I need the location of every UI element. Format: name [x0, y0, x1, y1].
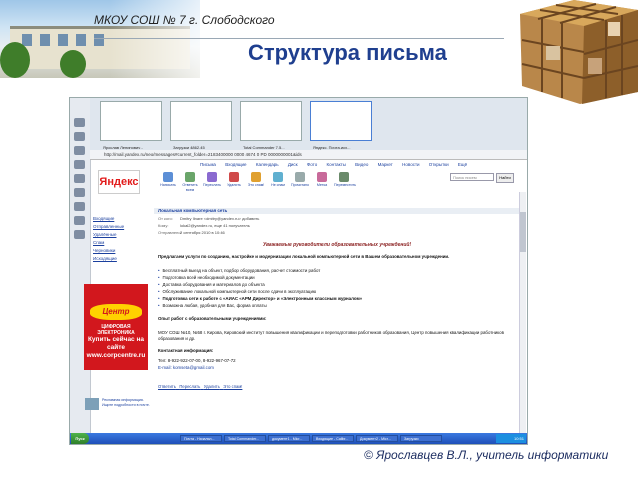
contact-email[interactable]: E-mail: komseta@gmail.com [158, 365, 214, 370]
ad-subtitle: ЦИФРОВАЯ ЭЛЕКТРОНИКА [97, 324, 135, 336]
panel-icon[interactable] [74, 230, 85, 239]
panel-icon[interactable] [74, 132, 85, 141]
taskbar-item[interactable]: Total Commander... [224, 435, 266, 442]
news-snippet[interactable]: Рекламная информация. Ищите подробности … [102, 398, 150, 407]
intro-text: Предлагаем услуги по созданию, настройке… [158, 254, 450, 259]
mail-search-input[interactable]: Поиск писем [450, 173, 494, 181]
experience-text: МОУ СОШ №10, №58 г. Кирова, Кировский ин… [158, 330, 504, 341]
menu-item[interactable]: Входящие [225, 162, 246, 167]
taskbar-item[interactable]: Документ2 - Micr... [356, 435, 398, 442]
photo-cube-decoration [520, 0, 638, 104]
browser-side-panel [70, 98, 91, 444]
bullet-item: • Бесплатный выезд на объект, подбор обор… [158, 268, 321, 273]
not-spam-button[interactable]: Не спам [268, 172, 288, 188]
browser-tab-strip: Ярослав Ленинович - Загрузки 4862.45 Tot… [90, 98, 527, 151]
page-scrollbar[interactable] [519, 192, 526, 437]
tab-thumbnail[interactable]: Ярослав Ленинович - [100, 101, 162, 150]
menu-item[interactable]: Видео [355, 162, 368, 167]
taskbar-item[interactable]: документ1 - Micr... [268, 435, 310, 442]
contact-phone: Тел: 8-922-922-07-00, 8-922-967-07-72 [158, 358, 236, 363]
forward-link[interactable]: Переслать [179, 384, 200, 389]
greeting: Уважаемые руководители образовательных у… [262, 242, 412, 248]
menu-item[interactable]: Календарь [256, 162, 279, 167]
start-button[interactable]: Пуск [71, 433, 89, 444]
author-credit: © Ярославцев В.Л., учитель информатики [364, 448, 609, 462]
ad-brand: Центр [90, 304, 142, 320]
reply-all-button[interactable]: Ответить всем [180, 172, 200, 192]
taskbar-item[interactable]: Входящие - Calibr... [312, 435, 354, 442]
email-screenshot: Ярослав Ленинович - Загрузки 4862.45 Tot… [69, 97, 528, 445]
header-date: Отправлено:2 сентября 2010 в 10:46 [158, 230, 225, 235]
panel-icon[interactable] [74, 188, 85, 197]
forward-button[interactable]: Переслать [202, 172, 222, 188]
bullet-item: • Возможна любая, удобная для Вас, форма … [158, 303, 267, 308]
menu-item[interactable]: Ещё [458, 162, 467, 167]
menu-item[interactable]: Новости [402, 162, 419, 167]
menu-item[interactable]: Маркет [378, 162, 393, 167]
tab-thumbnail[interactable]: Загрузки 4862.45 [170, 101, 232, 150]
menu-item[interactable]: Диск [288, 162, 298, 167]
service-menu: Письма Входящие Календарь Диск Фото Конт… [90, 160, 527, 169]
folder-sent[interactable]: Отправленные [93, 224, 124, 229]
taskbar-item[interactable]: Почта - Начальн... [180, 435, 222, 442]
bullet-item: • Подготовка всей необходимой документаци… [158, 275, 255, 280]
spam-button[interactable]: Это спам! [246, 172, 266, 188]
address-bar[interactable]: http://mail.yandex.ru/neo/messages#curre… [90, 150, 527, 160]
panel-icon[interactable] [74, 202, 85, 211]
contacts-title: Контактная информация: [158, 348, 214, 353]
folder-inbox[interactable]: Входящие [93, 216, 114, 221]
panel-icon[interactable] [74, 174, 85, 183]
move-button[interactable]: Переместить [334, 172, 356, 188]
ad-text: Купить сейчас на сайте www.corpcentre.ru [86, 336, 146, 359]
header-to: Кому: lokal2@yandex.ru, еще 41 получатель [158, 223, 250, 228]
mail-search-button[interactable]: Найти [496, 173, 514, 183]
header-from: От кого: Dmitry Ilnare <dmitry@yandex.ru>… [158, 216, 260, 221]
folder-spam[interactable]: Спам [93, 240, 104, 245]
spam-link[interactable]: Это спам! [223, 384, 242, 389]
taskbar-item[interactable]: Загрузки [400, 435, 442, 442]
tab-thumbnail[interactable]: Total Commander 7.5... [240, 101, 302, 150]
panel-icon[interactable] [74, 216, 85, 225]
bullet-item: • Доставка оборудования и материалов до о… [158, 282, 265, 287]
folder-outbox[interactable]: Исходящие [93, 256, 117, 261]
news-thumbnail[interactable] [85, 398, 99, 410]
message-actions: Ответить Переслать Удалить Это спам! [158, 384, 242, 389]
system-clock: 10:51 [496, 434, 526, 443]
panel-icon[interactable] [74, 118, 85, 127]
bullet-item: • Подготовка сети к работе с «АИАС «АРМ Д… [158, 296, 363, 301]
header-divider [94, 38, 504, 39]
experience-title: Опыт работ с образовательными учреждения… [158, 316, 267, 321]
panel-icon[interactable] [74, 146, 85, 155]
reply-link[interactable]: Ответить [158, 384, 176, 389]
menu-item[interactable]: Фото [307, 162, 317, 167]
delete-link[interactable]: Удалить [204, 384, 220, 389]
slide-title: Структура письма [248, 40, 447, 65]
tab-thumbnail-active[interactable]: Яндекс. Почта.исх... [310, 101, 372, 150]
panel-icon[interactable] [74, 160, 85, 169]
bullet-item: • Обслуживание локальной компьютерной сет… [158, 289, 317, 294]
yandex-logo[interactable]: Яндекс [98, 170, 140, 194]
school-name: МКОУ СОШ № 7 г. Слободского [94, 13, 275, 27]
advertisement-banner[interactable]: Центр ЦИФРОВАЯ ЭЛЕКТРОНИКА Купить сейчас… [84, 284, 148, 370]
menu-item[interactable]: Контакты [326, 162, 345, 167]
message-subject: Локальная компьютерная сеть [154, 208, 520, 214]
menu-item[interactable]: Письма [200, 162, 216, 167]
message-pane: Локальная компьютерная сеть От кого: Dmit… [154, 206, 524, 436]
menu-item[interactable]: Открытки [429, 162, 449, 167]
label-button[interactable]: Метка [312, 172, 332, 188]
photo-fade [110, 0, 230, 78]
compose-button[interactable]: Написать [158, 172, 178, 188]
mark-read-button[interactable]: Прочитано [290, 172, 310, 188]
folder-drafts[interactable]: Черновики [93, 248, 115, 253]
folder-deleted[interactable]: Удалённые [93, 232, 116, 237]
delete-button[interactable]: Удалить [224, 172, 244, 188]
